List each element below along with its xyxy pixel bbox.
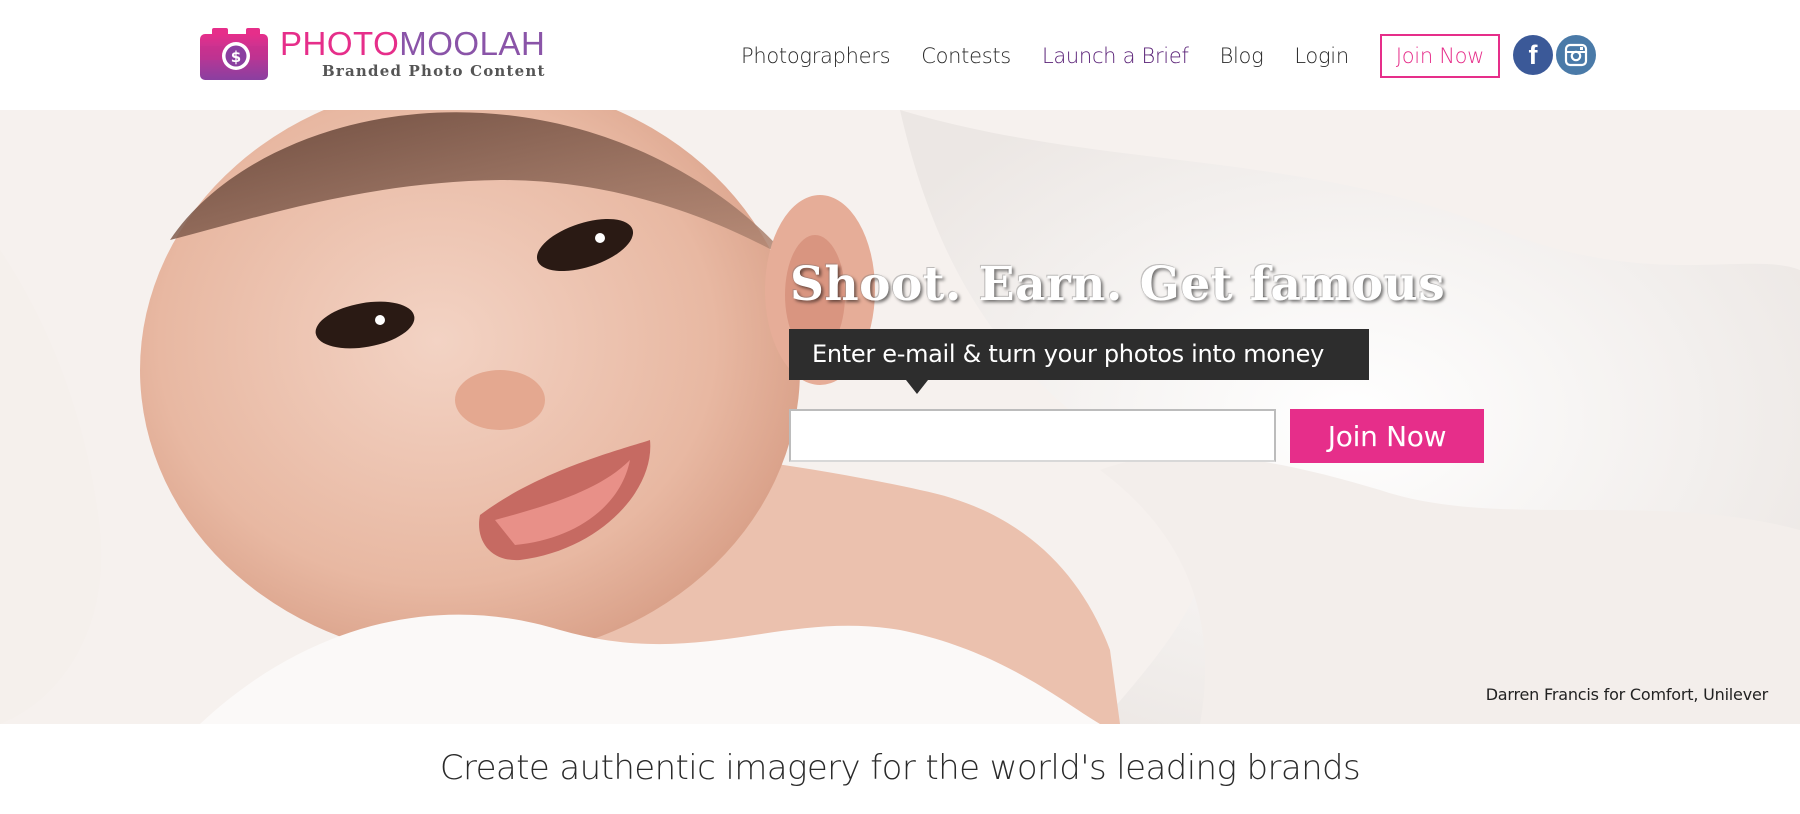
nav-join-now-button[interactable]: Join Now: [1379, 34, 1501, 78]
facebook-glyph: f: [1528, 39, 1538, 70]
nav-contests[interactable]: Contests: [921, 44, 1011, 68]
hero-join-now-button[interactable]: Join Now: [1290, 409, 1484, 463]
hero-banner: Shoot. Earn. Get famous Enter e-mail & t…: [0, 110, 1800, 724]
nav-blog[interactable]: Blog: [1220, 44, 1264, 68]
email-prompt-tooltip: Enter e-mail & turn your photos into mon…: [789, 329, 1369, 380]
instagram-glyph: [1564, 43, 1588, 67]
page-tagline: Create authentic imagery for the world's…: [439, 748, 1361, 788]
camera-dollar-icon: $: [200, 28, 268, 80]
social-links: f: [1513, 35, 1599, 75]
nav-photographers[interactable]: Photographers: [741, 44, 891, 68]
logo-word-photo: PHOTO: [280, 25, 400, 62]
logo-wordmark: PHOTOMOOLAH: [280, 26, 546, 62]
logo-tagline: Branded Photo Content: [322, 62, 546, 80]
facebook-icon[interactable]: f: [1513, 35, 1553, 75]
svg-text:$: $: [231, 48, 241, 66]
instagram-icon[interactable]: [1556, 35, 1596, 75]
tooltip-arrow: [906, 380, 928, 394]
logo-word-moolah: MOOLAH: [399, 25, 546, 62]
email-input[interactable]: [789, 409, 1276, 462]
logo-text: PHOTOMOOLAH Branded Photo Content: [280, 26, 546, 81]
nav-login[interactable]: Login: [1294, 44, 1349, 68]
hero-headline: Shoot. Earn. Get famous: [790, 257, 1446, 312]
logo[interactable]: $ PHOTOMOOLAH Branded Photo Content: [198, 26, 568, 86]
nav-launch-brief[interactable]: Launch a Brief: [1042, 44, 1189, 68]
main-nav: Photographers Contests Launch a Brief Bl…: [741, 34, 1501, 78]
site-header: $ PHOTOMOOLAH Branded Photo Content Phot…: [0, 0, 1800, 110]
photo-credit: Darren Francis for Comfort, Unilever: [1485, 685, 1769, 704]
